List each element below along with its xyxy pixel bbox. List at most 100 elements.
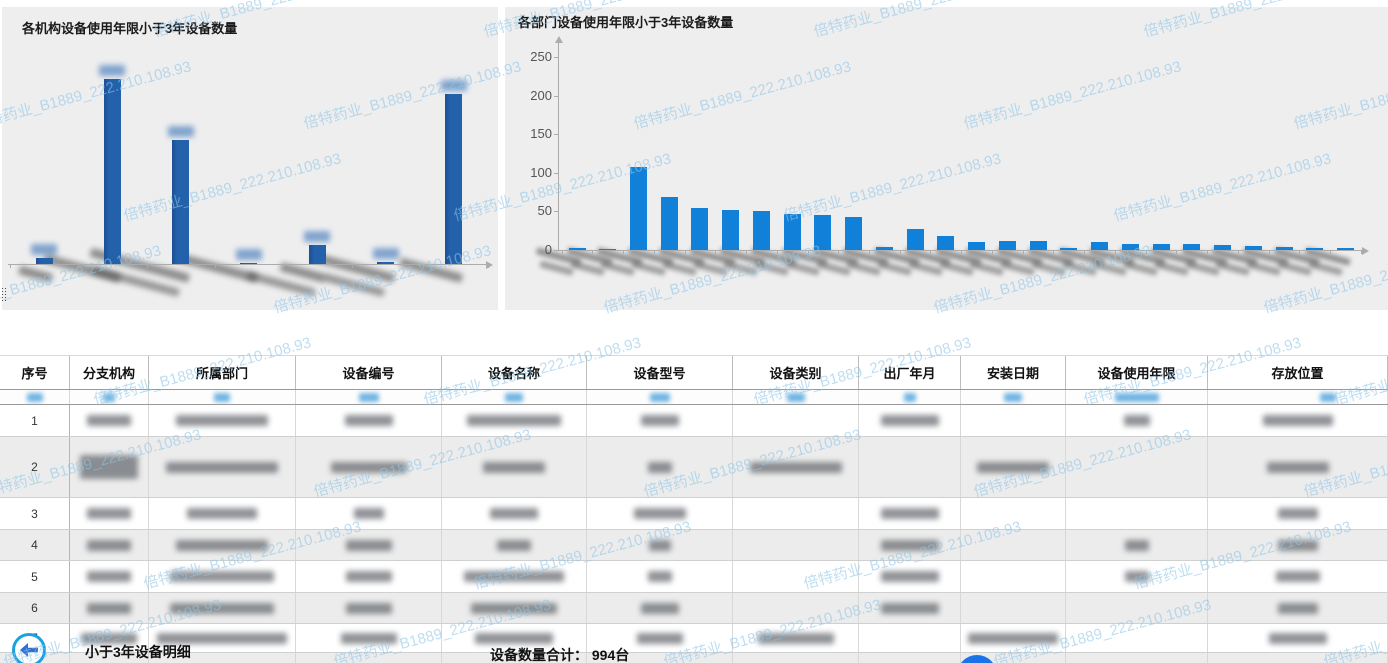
data-cell-censored: [1208, 653, 1388, 663]
data-cell-censored: [296, 593, 442, 623]
data-cell-censored: [859, 653, 961, 663]
column-header-11: 存放位置: [1208, 356, 1388, 389]
bar-department-16[interactable]: [1030, 241, 1047, 250]
bar-institution-2[interactable]: [104, 79, 121, 264]
bar-department-21[interactable]: [1183, 244, 1200, 250]
data-cell-censored: [296, 405, 442, 436]
data-cell-censored: [1066, 653, 1208, 663]
bar-department-26[interactable]: [1337, 248, 1354, 250]
bar-institution-7[interactable]: [445, 94, 462, 264]
cell-content-censored: [1125, 540, 1149, 551]
cell-content-censored: [346, 540, 392, 551]
bar-institution-4[interactable]: [240, 263, 257, 264]
row-number-cell: 5: [0, 561, 70, 592]
data-cell-censored: [1208, 593, 1388, 623]
data-cell-censored: [1208, 530, 1388, 560]
x-axis-arrow-departments: [1362, 247, 1369, 255]
filter-cell-4[interactable]: [296, 390, 442, 404]
bar-institution-5[interactable]: [309, 245, 326, 264]
filter-cell-5[interactable]: [442, 390, 587, 404]
bar-department-14[interactable]: [968, 242, 985, 250]
cell-content-censored: [641, 415, 679, 426]
bar-department-6[interactable]: [722, 210, 739, 250]
cell-content-censored: [467, 415, 561, 426]
bar-department-8[interactable]: [784, 214, 801, 250]
bar-department-22[interactable]: [1214, 245, 1231, 250]
bar-department-3[interactable]: [630, 167, 647, 250]
cell-content-censored: [881, 603, 939, 614]
bar-institution-1[interactable]: [36, 258, 53, 264]
bar-department-17[interactable]: [1060, 248, 1077, 250]
bar-department-2[interactable]: [599, 249, 616, 250]
data-cell-censored: [296, 561, 442, 592]
y-axis-tick: [554, 96, 558, 97]
table-row-4: 4: [0, 530, 1388, 561]
filter-cell-2[interactable]: [70, 390, 149, 404]
bar-department-1[interactable]: [569, 248, 586, 250]
cell-content-censored: [758, 633, 834, 644]
x-axis-tick: [992, 250, 993, 254]
filter-cell-1[interactable]: [0, 390, 70, 404]
filter-cell-8[interactable]: [859, 390, 961, 404]
table-row-3: 3: [0, 498, 1388, 530]
filter-control-censored: [359, 393, 379, 402]
data-cell-censored: [733, 624, 859, 652]
bar-department-25[interactable]: [1306, 248, 1323, 250]
cell-content-censored: [881, 508, 939, 519]
bar-department-11[interactable]: [876, 247, 893, 250]
x-axis-tick: [685, 250, 686, 254]
data-cell-censored: [1066, 530, 1208, 560]
bar-department-19[interactable]: [1122, 244, 1139, 250]
data-cell-censored: [961, 593, 1066, 623]
filter-cell-11[interactable]: [1208, 390, 1388, 404]
filter-cell-3[interactable]: [149, 390, 296, 404]
column-header-1: 序号: [0, 356, 70, 389]
table-row-2: 2: [0, 437, 1388, 498]
cell-content-censored: [881, 540, 939, 551]
back-button[interactable]: [12, 633, 46, 663]
cell-content-censored: [968, 633, 1058, 644]
bar-department-15[interactable]: [999, 241, 1016, 250]
data-cell-censored: [587, 405, 733, 436]
bar-department-5[interactable]: [691, 208, 708, 250]
x-axis-tick: [592, 250, 593, 254]
column-header-6: 设备型号: [587, 356, 733, 389]
bar-department-7[interactable]: [753, 211, 770, 250]
x-axis-tick: [1238, 250, 1239, 254]
filter-cell-6[interactable]: [587, 390, 733, 404]
bar-department-10[interactable]: [845, 217, 862, 250]
filter-control-censored: [1115, 393, 1159, 402]
device-total: 设备数量合计： 994台: [490, 645, 629, 663]
filter-cell-7[interactable]: [733, 390, 859, 404]
cell-content-censored: [637, 633, 683, 644]
data-cell-censored: [733, 530, 859, 560]
bar-institution-6[interactable]: [377, 262, 394, 264]
data-cell-censored: [961, 498, 1066, 529]
cell-content-censored: [648, 462, 672, 473]
data-cell-censored: [149, 530, 296, 560]
bar-department-4[interactable]: [661, 197, 678, 250]
filter-control-censored: [505, 393, 523, 402]
x-axis-tick: [1361, 250, 1362, 254]
x-axis-tick: [1207, 250, 1208, 254]
bar-department-20[interactable]: [1153, 244, 1170, 250]
x-axis-tick: [1084, 250, 1085, 254]
y-axis-tick: [554, 134, 558, 135]
filter-cell-9[interactable]: [961, 390, 1066, 404]
data-cell-censored: [149, 561, 296, 592]
column-header-3: 所属部门: [149, 356, 296, 389]
cell-content-censored: [87, 415, 131, 426]
back-arrow-icon: [20, 643, 38, 657]
bar-department-18[interactable]: [1091, 242, 1108, 250]
data-cell-censored: [1066, 437, 1208, 497]
bar-department-23[interactable]: [1245, 246, 1262, 250]
bar-department-13[interactable]: [937, 236, 954, 250]
table-row-1: 1: [0, 405, 1388, 437]
bar-department-9[interactable]: [814, 215, 831, 250]
bar-institution-3[interactable]: [172, 140, 189, 264]
bar-department-12[interactable]: [907, 229, 924, 250]
bar-department-24[interactable]: [1276, 247, 1293, 250]
x-axis-tick: [869, 250, 870, 254]
filter-cell-10[interactable]: [1066, 390, 1208, 404]
bar-value-label-censored: [441, 80, 467, 91]
